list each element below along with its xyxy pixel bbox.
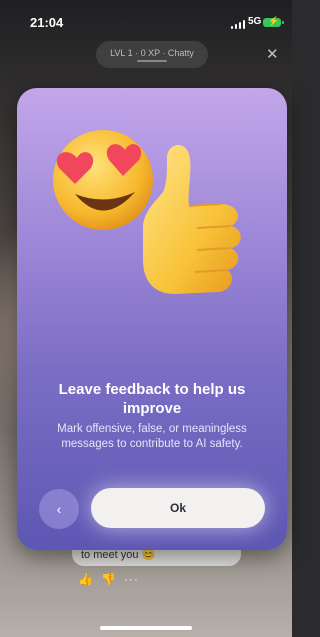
network-label: 5G bbox=[248, 16, 262, 27]
battery-icon: ⚡ bbox=[263, 16, 284, 27]
thumbs-down-reaction-icon[interactable]: 👎 bbox=[101, 572, 116, 586]
modal-title: Leave feedback to help us improve bbox=[58, 381, 246, 417]
heart-eyes-emoji-icon bbox=[53, 130, 153, 230]
signal-icon bbox=[231, 19, 245, 29]
home-indicator[interactable] bbox=[100, 626, 192, 630]
level-progress-bar bbox=[137, 59, 167, 62]
back-button[interactable]: ‹ bbox=[39, 489, 79, 529]
more-options-icon[interactable]: ··· bbox=[124, 572, 139, 586]
status-bar: 21:04 5G ⚡ bbox=[0, 0, 292, 44]
message-reactions: 👍 👎 ··· bbox=[78, 572, 139, 586]
thumbs-up-reaction-icon[interactable]: 👍 bbox=[78, 572, 93, 586]
status-time: 21:04 bbox=[30, 15, 64, 30]
chat-bubble-text: to meet you 😊 bbox=[81, 549, 156, 561]
level-pill[interactable]: LVL 1 · 0 XP · Chatty bbox=[96, 41, 208, 68]
modal-description: Mark offensive, false, or meaningless me… bbox=[57, 423, 247, 450]
feedback-modal: Leave feedback to help us improve Mark o… bbox=[17, 88, 287, 550]
feedback-illustration bbox=[53, 130, 241, 294]
level-pill-label: LVL 1 · 0 XP · Chatty bbox=[110, 47, 194, 58]
ok-button-label: Ok bbox=[169, 501, 186, 515]
close-icon[interactable]: ✕ bbox=[266, 45, 279, 63]
thumbs-up-icon bbox=[143, 144, 241, 294]
chevron-left-icon: ‹ bbox=[56, 501, 62, 517]
ok-button[interactable]: Ok bbox=[91, 488, 265, 528]
